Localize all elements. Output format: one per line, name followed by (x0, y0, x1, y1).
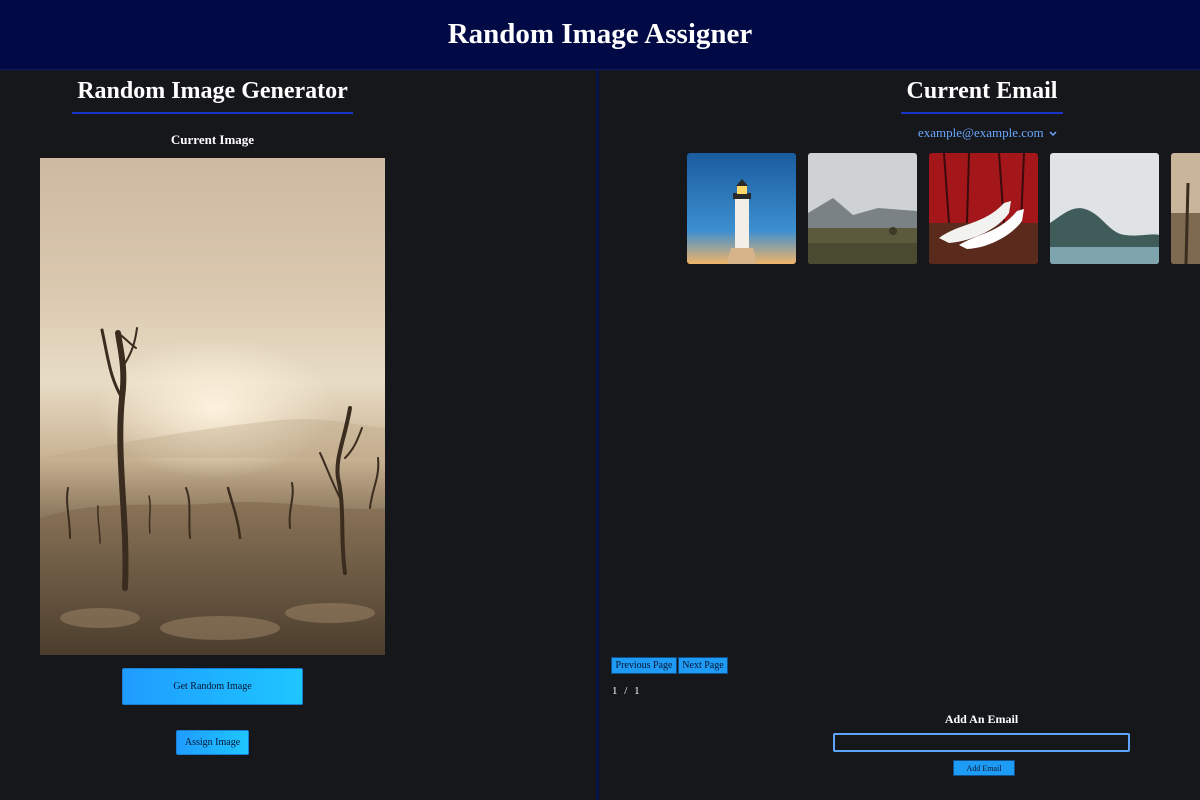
page-counter: 1 / 1 (612, 685, 640, 697)
assigned-image-thumbnail[interactable] (808, 153, 917, 264)
generator-title: Random Image Generator (77, 78, 348, 104)
email-select[interactable]: example@example.com (918, 125, 1057, 141)
assigned-image-thumbnail[interactable] (687, 153, 796, 264)
assigned-images-strip (687, 153, 1200, 265)
lighthouse-image (687, 153, 796, 264)
valley-image (808, 153, 917, 264)
chevron-down-icon (1049, 131, 1057, 137)
current-image-label: Current Image (170, 132, 255, 147)
shoes-image (929, 153, 1038, 264)
current-page-number: 1 (612, 685, 618, 697)
current-image-graphic (40, 327, 385, 655)
next-page-button[interactable]: Next Page (678, 657, 728, 674)
desert-image (1171, 153, 1200, 264)
email-input[interactable] (833, 733, 1130, 752)
assigned-image-thumbnail[interactable] (1050, 153, 1159, 264)
add-email-heading: Add An Email (944, 712, 1019, 726)
app-header: Random Image Assigner (0, 0, 1200, 70)
misty-lake-image (1050, 153, 1159, 264)
add-email-button[interactable]: Add Email (953, 760, 1015, 776)
current-email-title: Current Email (906, 78, 1058, 104)
random-image-generator-panel: Random Image Generator Current Image Get… (0, 70, 596, 800)
current-email-title-underline (901, 112, 1063, 114)
assigned-image-thumbnail[interactable] (1171, 153, 1200, 264)
current-email-panel: Current Email example@example.com Previo… (599, 70, 1200, 800)
previous-page-button[interactable]: Previous Page (611, 657, 677, 674)
selected-email: example@example.com (918, 125, 1044, 140)
app-title: Random Image Assigner (447, 18, 753, 50)
get-random-image-button[interactable]: Get Random Image (122, 668, 303, 705)
assigned-image-thumbnail[interactable] (929, 153, 1038, 264)
total-pages-number: 1 (634, 685, 640, 697)
generator-title-underline (72, 112, 353, 114)
assign-image-button[interactable]: Assign Image (176, 730, 249, 755)
current-image (40, 158, 385, 655)
page-separator: / (624, 685, 628, 697)
